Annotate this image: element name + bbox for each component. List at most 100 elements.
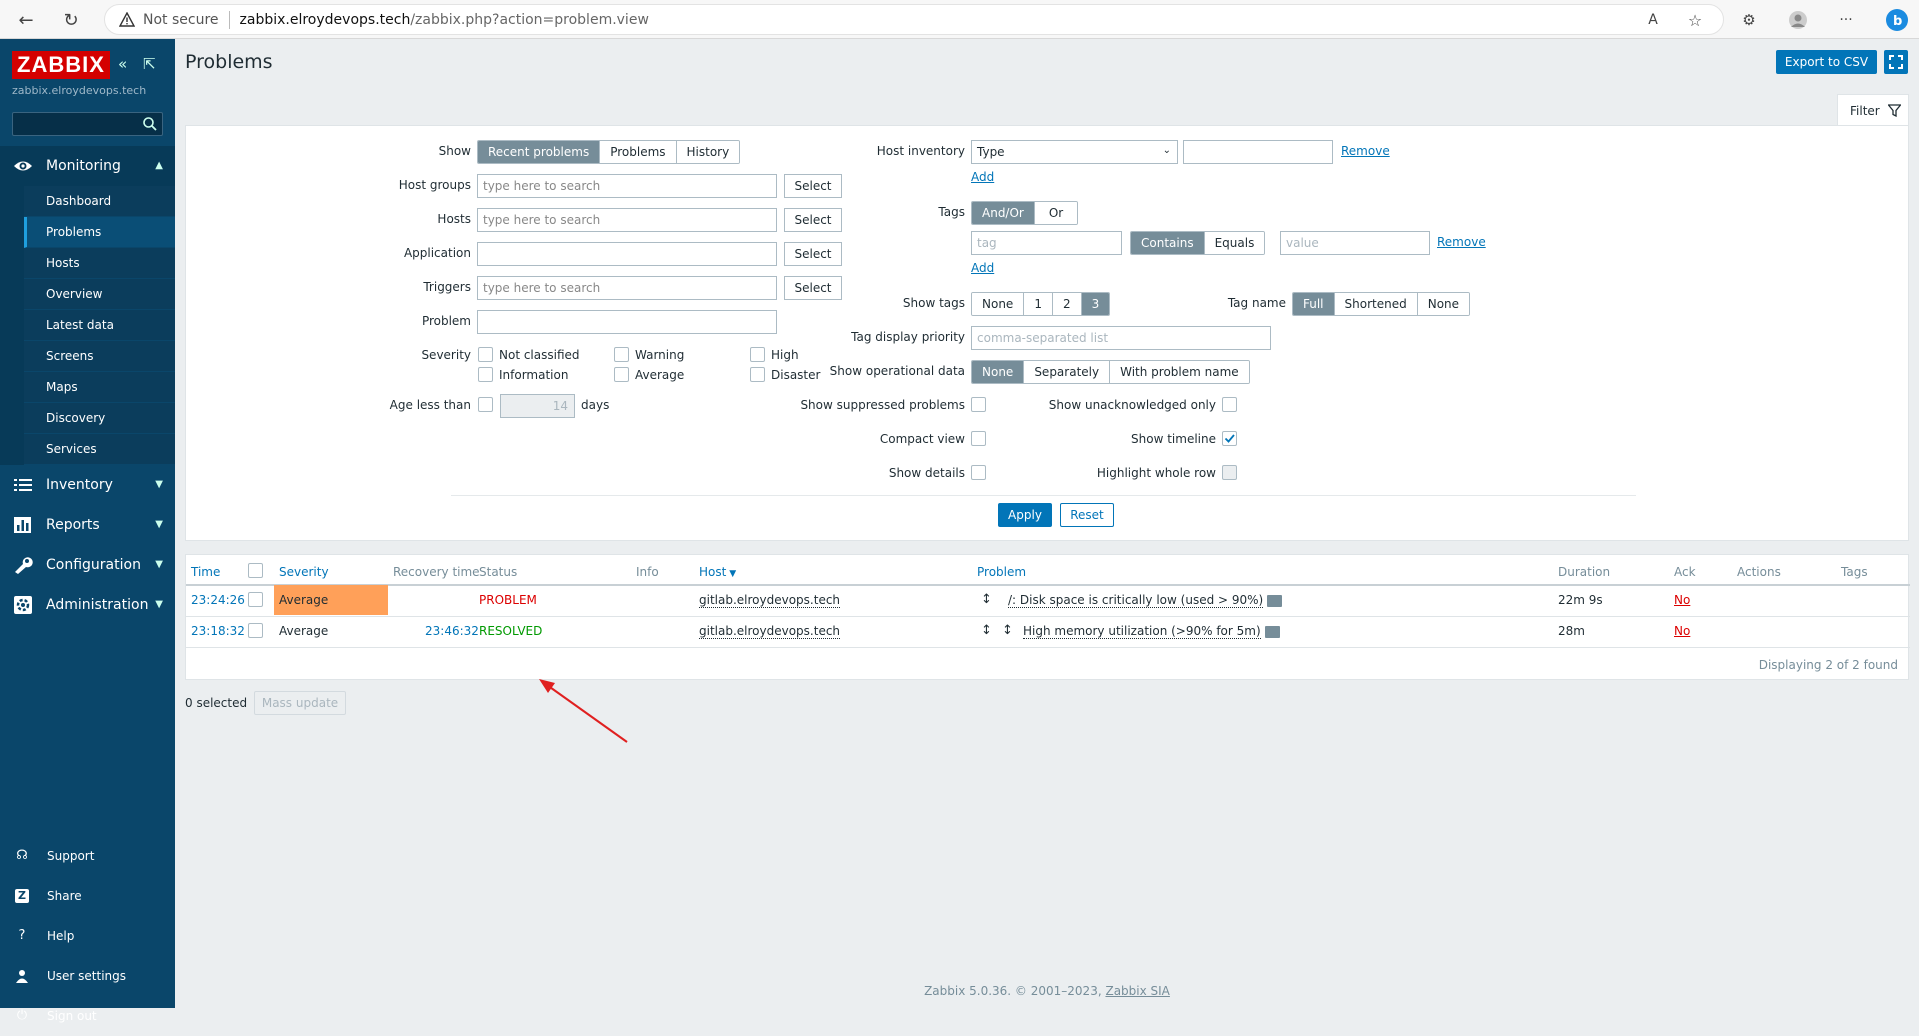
submenu-latest-data[interactable]: Latest data	[24, 310, 175, 341]
host-groups-select-button[interactable]: Select	[784, 174, 842, 198]
problem-input[interactable]	[477, 310, 777, 334]
col-time[interactable]: Time	[191, 565, 220, 579]
menu-administration[interactable]: Administration ▼	[0, 585, 175, 625]
zabbix-logo[interactable]: ZABBIX	[12, 51, 110, 79]
host-inventory-add-link[interactable]: Add	[971, 170, 994, 184]
favorite-icon[interactable]: ☆	[1683, 8, 1707, 32]
severity-disaster-checkbox[interactable]	[750, 367, 765, 382]
submenu-services[interactable]: Services	[24, 434, 175, 465]
highlight-checkbox[interactable]	[1222, 465, 1237, 480]
comment-icon[interactable]	[1267, 594, 1283, 607]
problem-link[interactable]: /: Disk space is critically low (used > …	[1008, 593, 1264, 608]
ack-link[interactable]: No	[1674, 593, 1690, 607]
row-time-link[interactable]: 23:18:32	[191, 624, 245, 638]
sidebar-search-input[interactable]	[12, 112, 163, 136]
profile-icon[interactable]	[1786, 8, 1810, 32]
menu-reports[interactable]: Reports ▼	[0, 505, 175, 545]
host-inventory-type-select[interactable]: Type ⌄	[971, 140, 1178, 164]
row-checkbox[interactable]	[248, 592, 263, 607]
menu-support[interactable]: ☊ Support	[0, 836, 175, 876]
ack-link[interactable]: No	[1674, 624, 1690, 638]
company-link[interactable]: Zabbix SIA	[1105, 984, 1169, 998]
mass-update-button[interactable]: Mass update	[254, 691, 346, 715]
menu-user-settings[interactable]: User settings	[0, 956, 175, 996]
menu-monitoring[interactable]: Monitoring ▲	[0, 146, 175, 186]
age-checkbox[interactable]	[478, 397, 493, 412]
host-link[interactable]: gitlab.elroydevops.tech	[699, 624, 841, 639]
show-problems[interactable]: Problems	[600, 141, 677, 163]
compact-checkbox[interactable]	[971, 431, 986, 446]
severity-information-checkbox[interactable]	[478, 367, 493, 382]
col-problem[interactable]: Problem	[977, 565, 1026, 579]
application-input[interactable]	[477, 242, 777, 266]
submenu-problems[interactable]: Problems	[24, 217, 175, 248]
host-inventory-remove-link[interactable]: Remove	[1341, 144, 1390, 158]
more-icon[interactable]: ···	[1834, 8, 1858, 32]
application-select-button[interactable]: Select	[784, 242, 842, 266]
recovery-time-link[interactable]: 23:46:32	[425, 624, 479, 638]
row-checkbox[interactable]	[248, 623, 263, 638]
back-icon[interactable]: ←	[14, 8, 38, 32]
age-input[interactable]: 14	[500, 394, 575, 418]
tag-name-shortened[interactable]: Shortened	[1334, 293, 1418, 315]
show-tags-3[interactable]: 3	[1081, 293, 1110, 315]
extensions-icon[interactable]: ⚙	[1737, 8, 1761, 32]
show-tags-1[interactable]: 1	[1024, 293, 1053, 315]
bing-icon[interactable]: b	[1885, 8, 1909, 32]
submenu-discovery[interactable]: Discovery	[24, 403, 175, 434]
col-severity[interactable]: Severity	[279, 565, 329, 579]
select-all-checkbox[interactable]	[248, 563, 263, 578]
submenu-hosts[interactable]: Hosts	[24, 248, 175, 279]
read-aloud-icon[interactable]: A	[1641, 8, 1665, 32]
opdata-none[interactable]: None	[972, 361, 1025, 383]
fullscreen-icon[interactable]	[1884, 50, 1908, 74]
suppressed-checkbox[interactable]	[971, 397, 986, 412]
menu-sign-out[interactable]: ⏻ Sign out	[0, 996, 175, 1036]
apply-button[interactable]: Apply	[998, 503, 1052, 527]
tag-name-none[interactable]: None	[1417, 293, 1470, 315]
menu-help[interactable]: ? Help	[0, 916, 175, 956]
export-csv-button[interactable]: Export to CSV	[1776, 50, 1877, 74]
tag-op-equals[interactable]: Equals	[1204, 232, 1265, 254]
tab-filter[interactable]: Filter	[1837, 94, 1909, 126]
opdata-separately[interactable]: Separately	[1024, 361, 1111, 383]
submenu-maps[interactable]: Maps	[24, 372, 175, 403]
tags-mode-or[interactable]: Or	[1034, 202, 1078, 224]
show-history[interactable]: History	[676, 141, 740, 163]
submenu-overview[interactable]: Overview	[24, 279, 175, 310]
tag-value-input[interactable]: value	[1280, 231, 1430, 255]
tag-op-contains[interactable]: Contains	[1131, 232, 1205, 254]
tag-priority-input[interactable]: comma-separated list	[971, 326, 1271, 350]
triggers-input[interactable]: type here to search	[477, 276, 777, 300]
menu-inventory[interactable]: Inventory ▼	[0, 465, 175, 505]
kiosk-sidebar-icon[interactable]: ⇱	[143, 55, 156, 73]
menu-share[interactable]: Z Share	[0, 876, 175, 916]
search-icon[interactable]	[142, 116, 158, 132]
tag-name-input[interactable]: tag	[971, 231, 1122, 255]
comment-icon[interactable]	[1264, 625, 1280, 638]
timeline-checkbox[interactable]	[1222, 431, 1237, 446]
tag-add-link[interactable]: Add	[971, 261, 994, 275]
collapse-sidebar-icon[interactable]: «	[118, 55, 127, 73]
problem-link[interactable]: High memory utilization (>90% for 5m)	[1023, 624, 1261, 639]
col-host[interactable]: Host ▼	[699, 565, 736, 579]
severity-average-checkbox[interactable]	[614, 367, 629, 382]
show-tags-2[interactable]: 2	[1052, 293, 1082, 315]
unack-checkbox[interactable]	[1222, 397, 1237, 412]
reload-icon[interactable]: ↻	[59, 8, 83, 32]
severity-high-checkbox[interactable]	[750, 347, 765, 362]
details-checkbox[interactable]	[971, 465, 986, 480]
tags-mode-andor[interactable]: And/Or	[972, 202, 1035, 224]
row-time-link[interactable]: 23:24:26	[191, 593, 245, 607]
host-inventory-value-input[interactable]	[1183, 140, 1333, 164]
opdata-with-problem-name[interactable]: With problem name	[1110, 361, 1249, 383]
show-recent-problems[interactable]: Recent problems	[478, 141, 601, 163]
reset-button[interactable]: Reset	[1060, 503, 1114, 527]
submenu-dashboard[interactable]: Dashboard	[24, 186, 175, 217]
host-link[interactable]: gitlab.elroydevops.tech	[699, 593, 841, 608]
submenu-screens[interactable]: Screens	[24, 341, 175, 372]
severity-warning-checkbox[interactable]	[614, 347, 629, 362]
host-groups-input[interactable]: type here to search	[477, 174, 777, 198]
address-bar[interactable]: Not secure zabbix.elroydevops.tech/zabbi…	[104, 4, 1724, 35]
show-tags-none[interactable]: None	[972, 293, 1025, 315]
